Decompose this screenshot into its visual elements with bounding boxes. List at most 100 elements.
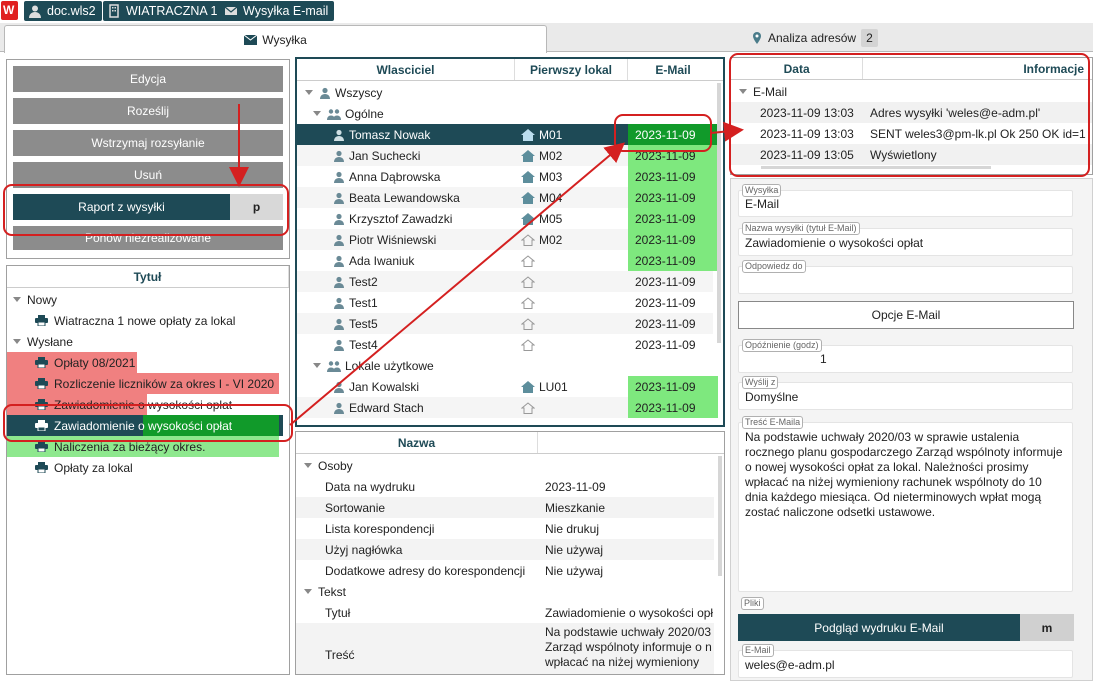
email-date-cell: 2023-11-09 [635, 295, 696, 310]
nazwa-wysylki-field[interactable]: Nazwa wysyłki (tytuł E-Mail) Zawiadomien… [738, 222, 1073, 256]
printer-icon [35, 378, 48, 389]
owner-name: Test4 [349, 337, 378, 352]
unit-cell [521, 313, 626, 334]
log-group[interactable]: E-Mail [731, 81, 1092, 102]
log-header: Data Informacje [731, 58, 1092, 80]
log-row[interactable]: 2023-11-09 13:03 Adres wysyłki 'weles@e-a… [731, 102, 1092, 123]
property-group[interactable]: Osoby [296, 455, 724, 476]
recipients-root[interactable]: Wszyscy [297, 82, 723, 103]
recipient-row[interactable]: Anna Dąbrowska M03 2023-11-09 [297, 166, 723, 187]
recipient-group-label: Ogólne [345, 106, 384, 121]
log-row[interactable]: 2023-11-09 13:05 Wyświetlony [731, 144, 1092, 165]
title-row[interactable]: Opłaty za lokal [7, 457, 289, 478]
recipient-row[interactable]: Jan Kowalski LU01 2023-11-09 [297, 376, 723, 397]
property-row[interactable]: Data na wydruku 2023-11-09 [296, 476, 714, 497]
owner-cell: Piotr Wiśniewski [333, 229, 513, 250]
tab-wysylka-label: Wysyłka [262, 32, 307, 47]
recipient-row[interactable]: Test1 2023-11-09 [297, 292, 723, 313]
recipient-group[interactable]: Lokale użytkowe [297, 355, 723, 376]
title-row[interactable]: Zawiadomienie o wysokości opłat [7, 415, 289, 436]
recipient-row[interactable]: Test2 2023-11-09 [297, 271, 713, 292]
title-row-label: Opłaty za lokal [54, 460, 133, 475]
podglad-shortcut[interactable]: m [1020, 614, 1074, 641]
owner-name: Piotr Wiśniewski [349, 232, 437, 247]
odpowiedz-do-field[interactable]: Odpowiedz do [738, 260, 1073, 294]
rozeslij-button[interactable]: Roześlij [13, 98, 283, 124]
property-row[interactable]: Tytuł Zawiadomienie o wysokości opł [296, 602, 714, 623]
topbar-database-button[interactable]: doc.wls2 [24, 1, 102, 21]
property-value: Nie używaj [545, 542, 604, 557]
unit-cell [521, 271, 626, 292]
property-row[interactable]: Treść Na podstawie uchwały 2020/03 Zarząd… [296, 623, 714, 674]
owner-name: Tomasz Nowak [349, 127, 431, 142]
title-group[interactable]: Wysłane [7, 331, 289, 352]
title-row[interactable]: Zawiadomienie o wysokości opłat [7, 394, 289, 415]
recipient-row[interactable]: Piotr Wiśniewski M02 2023-11-09 [297, 229, 718, 250]
ponow-button[interactable]: Ponów niezrealizowane [13, 226, 283, 250]
property-row[interactable]: Dodatkowe adresy do korespondencji Nie uż… [296, 560, 714, 581]
tresc-email-field[interactable]: Treść E-Maila Na podstawie uchwały 2020/… [738, 416, 1073, 592]
tab-wysylka[interactable]: Wysyłka [4, 25, 547, 53]
title-row[interactable]: Naliczenia za bieżący okres. [7, 436, 289, 457]
properties-scrollbar[interactable] [718, 456, 722, 576]
home-icon [521, 149, 535, 162]
recipient-row[interactable]: Edward Stach 2023-11-09 [297, 397, 718, 418]
nazwa-wysylki-value: Zawiadomienie o wysokości opłat [745, 236, 924, 250]
titles-panel: Tytuł Nowy Wiatraczna 1 nowe opłaty za lo… [6, 265, 290, 675]
raport-shortcut[interactable]: p [230, 194, 283, 220]
title-row[interactable]: Wiatraczna 1 nowe opłaty za lokal [7, 310, 289, 331]
user-icon [29, 5, 41, 18]
recipient-row[interactable]: Ada Iwaniuk 2023-11-09 [297, 250, 723, 271]
raport-button[interactable]: Raport z wysyłki [13, 194, 230, 220]
title-row[interactable]: Rozliczenie liczników za okres I - VI 20… [7, 373, 289, 394]
owner-column-header[interactable]: Wlasciciel [297, 59, 515, 80]
recipients-scrollbar[interactable] [717, 83, 721, 343]
log-date-header[interactable]: Data [731, 58, 864, 79]
topbar-building-button[interactable]: WIATRACZNA 1 [103, 1, 224, 21]
group-icon [327, 360, 341, 372]
tab-bar: Wysyłka Analiza adresów 2 [0, 23, 1093, 53]
owner-cell: Anna Dąbrowska [333, 166, 513, 187]
analiza-count-badge: 2 [861, 29, 878, 47]
usun-button[interactable]: Usuń [13, 162, 283, 188]
topbar-email-button[interactable]: Wysyłka E-mail [220, 1, 335, 21]
log-row[interactable]: 2023-11-09 13:03 SENT weles3@pm-lk.pl Ok … [731, 123, 1092, 144]
log-date: 2023-11-09 13:03 [760, 105, 854, 120]
unit-value: M05 [539, 211, 563, 226]
property-row[interactable]: Sortowanie Mieszkanie [296, 497, 714, 518]
log-info-header[interactable]: Informacje [863, 58, 1092, 79]
recipient-row[interactable]: Test4 2023-11-09 [297, 334, 723, 355]
log-hscrollbar[interactable] [761, 166, 991, 169]
person-icon [334, 402, 344, 414]
recipient-row[interactable]: Jan Suchecki M02 2023-11-09 [297, 145, 718, 166]
owner-cell: Ada Iwaniuk [333, 250, 513, 271]
expand-icon [313, 111, 321, 116]
property-row[interactable]: Użyj nagłówka Nie używaj [296, 539, 714, 560]
opcje-email-button[interactable]: Opcje E-Mail [738, 301, 1074, 329]
wysylka-field[interactable]: Wysyłka E-Mail [738, 184, 1073, 217]
wyslij-z-field[interactable]: Wyślij z Domyślne [738, 376, 1073, 410]
email-field[interactable]: E-Mail weles@e-adm.pl [738, 644, 1073, 678]
property-group[interactable]: Tekst [296, 581, 724, 602]
log-info: Adres wysyłki 'weles@e-adm.pl' [870, 105, 1041, 120]
pliki-field[interactable]: Pliki [738, 597, 1073, 610]
opoznienie-field[interactable]: Opóźnienie (godz) 1 [738, 339, 1073, 373]
podglad-wydruku-button[interactable]: Podgląd wydruku E-Mail [738, 614, 1020, 641]
title-group[interactable]: Nowy [7, 289, 289, 310]
recipient-row[interactable]: Test5 2023-11-09 [297, 313, 713, 334]
actions-panel: Edycja Roześlij Wstrzymaj rozsyłanie Usu… [6, 59, 290, 259]
recipient-group[interactable]: Ogólne [297, 103, 723, 124]
home-icon [521, 128, 535, 141]
email-column-header[interactable]: E-Mail [628, 59, 718, 80]
tab-analiza-adresow[interactable]: Analiza adresów 2 [752, 28, 878, 48]
wstrzymaj-button[interactable]: Wstrzymaj rozsyłanie [13, 130, 283, 156]
property-row[interactable]: Lista korespondencji Nie drukuj [296, 518, 714, 539]
email-date-cell: 2023-11-09 [628, 250, 718, 271]
recipient-row[interactable]: Beata Lewandowska M04 2023-11-09 [297, 187, 718, 208]
unit-column-header[interactable]: Pierwszy lokal [515, 59, 628, 80]
edycja-button[interactable]: Edycja [13, 66, 283, 92]
recipient-row[interactable]: Tomasz Nowak M01 2023-11-09 [297, 124, 718, 145]
title-row[interactable]: Opłaty 08/2021 [7, 352, 289, 373]
recipient-row[interactable]: Krzysztof Zawadzki M05 2023-11-09 [297, 208, 723, 229]
owner-name: Krzysztof Zawadzki [349, 211, 453, 226]
